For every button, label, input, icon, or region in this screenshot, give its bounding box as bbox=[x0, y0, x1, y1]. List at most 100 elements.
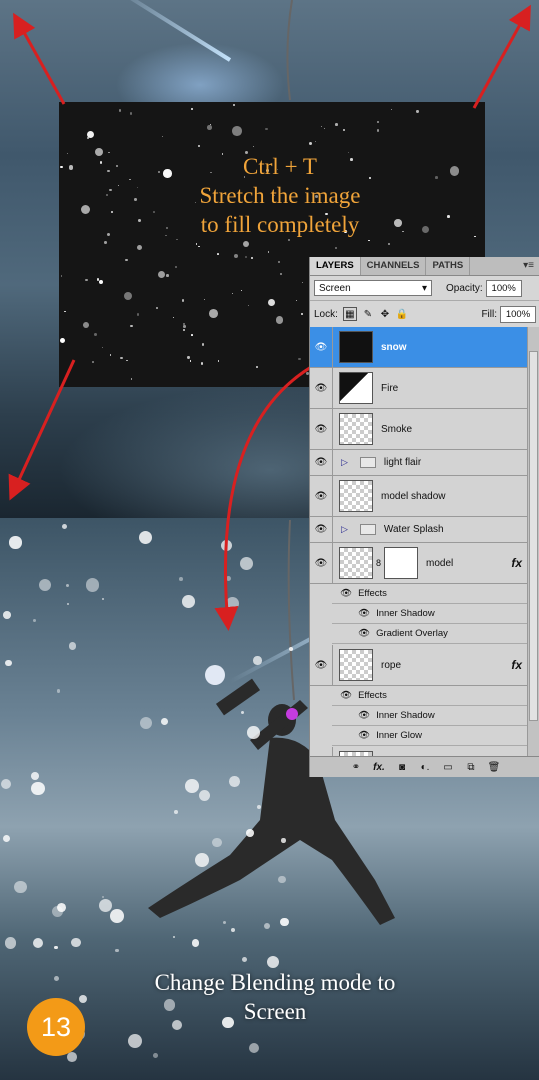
eye-icon[interactable]: 👁 bbox=[340, 690, 352, 701]
folder-icon[interactable]: ▭ bbox=[441, 762, 455, 773]
layer-name: Smoke bbox=[381, 423, 413, 435]
layers-list: 👁 snow 👁 Fire 👁 Smoke 👁 ▷ light flair 👁 … bbox=[310, 327, 528, 759]
layers-scrollbar[interactable] bbox=[527, 327, 539, 759]
scene-snow-particle bbox=[2, 611, 11, 620]
effects-label: Effects bbox=[358, 588, 387, 599]
layer-name: Water Splash bbox=[383, 524, 444, 535]
scene-snow-particle bbox=[245, 828, 254, 837]
expand-triangle-icon[interactable]: ▷ bbox=[341, 524, 348, 535]
fill-field[interactable]: 100% bbox=[500, 305, 536, 323]
lock-row: Lock: ▦ ✎ ✥ 🔒 Fill: 100% bbox=[310, 301, 539, 328]
opacity-label: Opacity: bbox=[446, 282, 483, 294]
fx-icon[interactable]: fx bbox=[511, 556, 522, 570]
effect-name: Inner Shadow bbox=[376, 710, 435, 721]
tab-paths[interactable]: PATHS bbox=[426, 257, 471, 275]
blend-mode-select[interactable]: Screen ▾ bbox=[314, 280, 432, 296]
expand-triangle-icon[interactable]: ▷ bbox=[341, 457, 348, 468]
scene-snow-particle bbox=[32, 618, 36, 622]
layer-fire[interactable]: 👁 Fire bbox=[310, 368, 528, 409]
link-icon: 8 bbox=[376, 558, 382, 568]
effects-group[interactable]: 👁 Effects bbox=[332, 686, 528, 706]
effects-group[interactable]: 👁 Effects bbox=[332, 584, 528, 604]
layer-snow[interactable]: 👁 snow bbox=[310, 327, 528, 368]
scene-snow-particle bbox=[253, 656, 262, 665]
effect-inner-shadow[interactable]: 👁 Inner Shadow bbox=[332, 706, 528, 726]
layer-smoke[interactable]: 👁 Smoke bbox=[310, 409, 528, 450]
scene-snow-particle bbox=[182, 595, 195, 608]
scene-snow-particle bbox=[185, 779, 199, 793]
effect-name: Inner Glow bbox=[376, 730, 422, 741]
new-layer-icon[interactable]: ⧉ bbox=[464, 762, 478, 773]
scene-snow-particle bbox=[212, 837, 222, 848]
scene-snow-particle bbox=[9, 536, 22, 549]
layer-thumbnail bbox=[339, 372, 373, 404]
layer-group-water-splash[interactable]: 👁 ▷ Water Splash bbox=[310, 517, 528, 543]
eye-icon[interactable]: 👁 bbox=[310, 476, 333, 516]
eye-icon[interactable]: 👁 bbox=[358, 628, 370, 639]
step-number-badge: 13 bbox=[27, 998, 85, 1056]
scene-snow-particle bbox=[191, 939, 200, 947]
effect-gradient-overlay[interactable]: 👁 Gradient Overlay bbox=[332, 624, 528, 644]
eye-icon[interactable]: 👁 bbox=[310, 543, 333, 583]
scene-snow-particle bbox=[98, 898, 113, 912]
eye-icon[interactable]: 👁 bbox=[340, 588, 352, 599]
effects-label: Effects bbox=[358, 690, 387, 701]
eye-icon[interactable]: 👁 bbox=[358, 710, 370, 721]
blend-row: Screen ▾ Opacity: 100% bbox=[310, 276, 539, 301]
trash-icon[interactable]: 🗑 bbox=[487, 762, 501, 773]
fx-icon[interactable]: fx. bbox=[372, 762, 386, 773]
eye-icon[interactable]: 👁 bbox=[310, 368, 333, 408]
panel-menu-icon[interactable]: ▾≡ bbox=[517, 257, 539, 275]
layer-name: light flair bbox=[383, 457, 422, 468]
eye-icon[interactable]: 👁 bbox=[310, 409, 333, 449]
blend-mode-value: Screen bbox=[319, 282, 351, 294]
eye-icon[interactable]: 👁 bbox=[310, 645, 333, 685]
tab-layers[interactable]: LAYERS bbox=[310, 257, 361, 275]
layer-group-light-flair[interactable]: 👁 ▷ light flair bbox=[310, 450, 528, 476]
scene-snow-particle bbox=[31, 781, 45, 796]
mask-icon[interactable]: ◙ bbox=[395, 762, 409, 773]
caption-bottom: Change Blending mode to Screen bbox=[110, 968, 440, 1026]
layers-panel: LAYERS CHANNELS PATHS ▾≡ Screen ▾ Opacit… bbox=[309, 257, 539, 777]
scene-snow-particle bbox=[195, 852, 210, 867]
fx-icon[interactable]: fx bbox=[511, 658, 522, 672]
scene-snow-particle bbox=[0, 778, 11, 789]
folder-icon bbox=[359, 457, 376, 468]
layer-thumbnail bbox=[339, 413, 373, 445]
scene-snow-particle bbox=[67, 1051, 77, 1062]
lock-image-icon[interactable]: ✎ bbox=[362, 308, 374, 320]
scene-snow-particle bbox=[240, 556, 254, 570]
scene-snow-particle bbox=[231, 927, 236, 932]
eye-icon[interactable]: 👁 bbox=[310, 450, 333, 475]
layer-name: Fire bbox=[381, 382, 399, 394]
lock-position-icon[interactable]: ✥ bbox=[379, 308, 391, 320]
layer-model[interactable]: 👁 8 model fx bbox=[310, 543, 528, 584]
layer-thumbnail bbox=[339, 547, 373, 579]
scene-snow-particle bbox=[5, 659, 12, 667]
layer-thumbnail bbox=[339, 331, 373, 363]
effect-inner-glow[interactable]: 👁 Inner Glow bbox=[332, 726, 528, 746]
opacity-field[interactable]: 100% bbox=[485, 279, 522, 297]
link-icon[interactable]: ⚭ bbox=[349, 762, 363, 773]
layer-model-shadow[interactable]: 👁 model shadow bbox=[310, 476, 528, 517]
layer-name: model bbox=[426, 557, 454, 569]
tab-channels[interactable]: CHANNELS bbox=[361, 257, 427, 275]
lock-all-icon[interactable]: 🔒 bbox=[396, 308, 408, 320]
effect-name: Gradient Overlay bbox=[376, 628, 448, 639]
layer-rope[interactable]: 👁 rope fx bbox=[310, 645, 528, 686]
effect-inner-shadow[interactable]: 👁 Inner Shadow bbox=[332, 604, 528, 624]
scrollbar-thumb[interactable] bbox=[529, 351, 538, 721]
eye-icon[interactable]: 👁 bbox=[310, 327, 333, 367]
scene-snow-particle bbox=[174, 810, 179, 814]
scene-snow-particle bbox=[54, 945, 58, 950]
scene-snow-particle bbox=[85, 578, 100, 592]
panel-tabs: LAYERS CHANNELS PATHS ▾≡ bbox=[310, 257, 539, 276]
chevron-down-icon: ▾ bbox=[421, 282, 427, 294]
lock-transparent-icon[interactable]: ▦ bbox=[342, 307, 357, 321]
scene-snow-particle bbox=[4, 936, 17, 949]
scene-snow-particle bbox=[51, 906, 63, 918]
adjustment-icon[interactable]: ◐. bbox=[418, 762, 432, 773]
eye-icon[interactable]: 👁 bbox=[358, 730, 370, 741]
eye-icon[interactable]: 👁 bbox=[358, 608, 370, 619]
eye-icon[interactable]: 👁 bbox=[310, 517, 333, 542]
